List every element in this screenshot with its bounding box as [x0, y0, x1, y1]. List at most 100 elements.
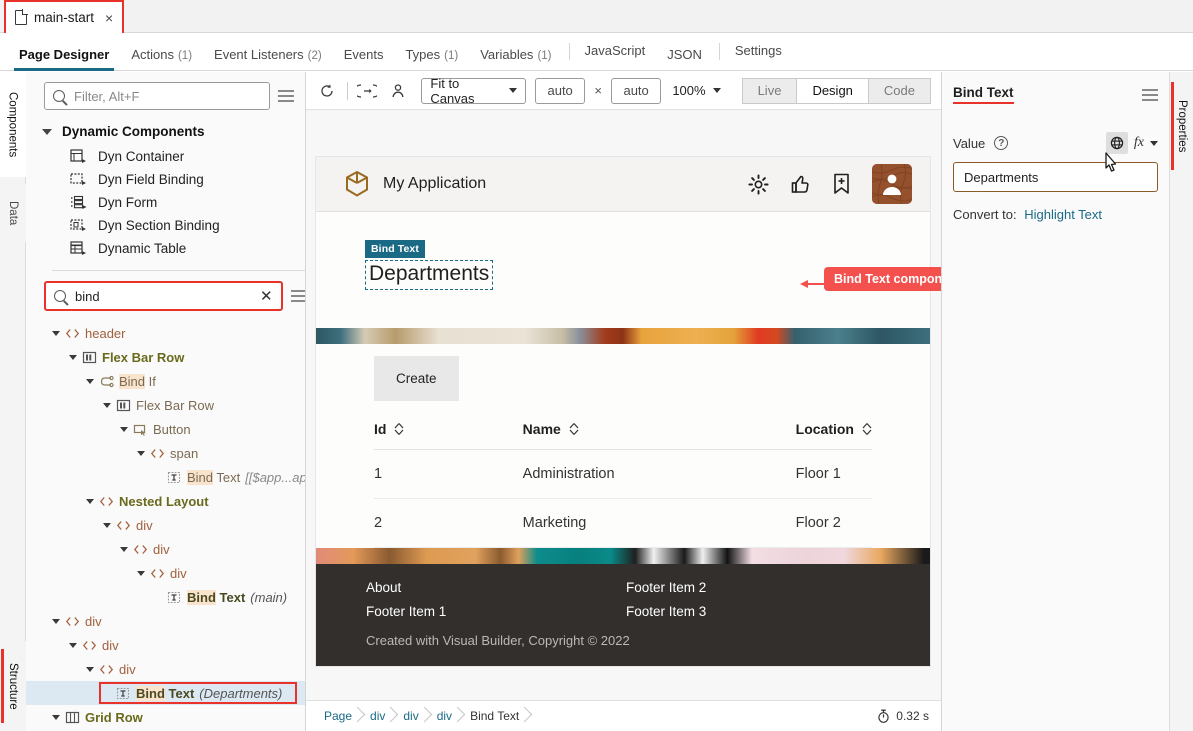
chevron-down-icon[interactable] — [1150, 140, 1158, 146]
palette-menu-icon[interactable] — [278, 87, 294, 105]
breadcrumb-item-bind-text[interactable]: Bind Text — [466, 706, 533, 726]
refresh-icon[interactable] — [316, 79, 338, 103]
rail-tab-data[interactable]: Data — [0, 184, 26, 242]
footer-link-item-2[interactable]: Footer Item 2 — [626, 580, 706, 595]
tree-node[interactable]: div — [26, 513, 305, 537]
tab-variables[interactable]: Variables (1) — [469, 47, 562, 70]
thumbs-up-icon[interactable] — [790, 174, 811, 195]
close-icon[interactable]: × — [105, 11, 113, 25]
chevron-down-icon[interactable] — [52, 618, 60, 624]
palette-item-dynamic-table[interactable]: Dynamic Table — [26, 237, 305, 260]
sort-icon[interactable] — [569, 422, 579, 436]
breadcrumb-item-div-2[interactable]: div — [399, 706, 432, 726]
tree-node[interactable]: div — [26, 537, 305, 561]
tree-node[interactable]: div — [26, 657, 305, 681]
canvas-height-input[interactable]: auto — [610, 77, 662, 104]
sort-icon[interactable] — [394, 422, 404, 436]
tree-node[interactable]: Flex Bar Row — [26, 345, 305, 369]
tab-events[interactable]: Events — [333, 47, 395, 70]
table-row[interactable]: 2 Marketing Floor 2 — [374, 498, 872, 548]
value-input[interactable] — [962, 168, 1149, 186]
palette-filter-input[interactable] — [72, 87, 261, 105]
tree-node[interactable]: Nested Layout — [26, 489, 305, 513]
chevron-down-icon[interactable] — [52, 330, 60, 336]
column-header-location[interactable]: Location — [795, 413, 872, 450]
breadcrumb-item-div-1[interactable]: div — [366, 706, 399, 726]
help-icon[interactable]: ? — [994, 136, 1009, 150]
sort-icon[interactable] — [862, 422, 872, 436]
tab-page-designer[interactable]: Page Designer — [8, 47, 120, 71]
size-mode-select[interactable]: Fit to Canvas — [421, 76, 526, 106]
user-icon[interactable] — [387, 79, 409, 103]
table-row[interactable]: 1 Administration Floor 1 — [374, 449, 872, 499]
tree-node[interactable]: span — [26, 441, 305, 465]
view-mode-code[interactable]: Code — [868, 77, 931, 104]
chevron-down-icon[interactable] — [103, 522, 111, 528]
palette-item-dyn-section-binding[interactable]: Dyn Section Binding — [26, 214, 305, 237]
tree-node[interactable]: Bind Text (main) — [26, 585, 305, 609]
column-header-id[interactable]: Id — [374, 413, 523, 450]
tab-types[interactable]: Types (1) — [394, 47, 469, 70]
value-input-wrapper[interactable] — [953, 162, 1158, 192]
view-mode-design[interactable]: Design — [797, 77, 869, 104]
chevron-down-icon[interactable] — [52, 714, 60, 720]
rail-tab-properties[interactable]: Properties — [1170, 78, 1193, 174]
document-tab-main-start[interactable]: main-start × — [4, 0, 125, 33]
palette-filter-box[interactable] — [44, 82, 270, 110]
properties-menu-icon[interactable] — [1142, 86, 1158, 104]
palette-section-dynamic-components[interactable]: Dynamic Components — [26, 118, 305, 145]
avatar[interactable] — [872, 164, 912, 204]
expression-editor-icon[interactable]: fx — [1134, 135, 1144, 151]
gear-icon[interactable] — [748, 173, 769, 195]
column-header-name[interactable]: Name — [522, 413, 796, 450]
convert-to-highlight-text-link[interactable]: Highlight Text — [1024, 207, 1102, 222]
rail-tab-structure[interactable]: Structure — [0, 641, 26, 731]
chevron-down-icon[interactable] — [137, 450, 145, 456]
tab-javascript[interactable]: JavaScript — [568, 43, 657, 60]
tree-node[interactable]: Bind If — [26, 369, 305, 393]
tab-event-listeners[interactable]: Event Listeners (2) — [203, 47, 333, 70]
zoom-level-select[interactable]: 100% — [672, 83, 721, 98]
structure-filter-input[interactable] — [73, 287, 253, 305]
tree-node[interactable]: Bind Text[[$app...app_titl — [26, 465, 305, 489]
breadcrumb-item-page[interactable]: Page — [320, 706, 366, 726]
clear-icon[interactable]: ✕ — [260, 289, 273, 304]
palette-item-dyn-field-binding[interactable]: Dyn Field Binding — [26, 168, 305, 191]
tree-node[interactable]: Grid Row — [26, 705, 305, 729]
tab-settings[interactable]: Settings — [718, 43, 793, 60]
structure-filter-box[interactable]: ✕ — [44, 281, 283, 311]
tree-node[interactable]: header — [26, 321, 305, 345]
tree-node[interactable]: Button — [26, 417, 305, 441]
breadcrumb-item-div-3[interactable]: div — [433, 706, 466, 726]
tree-node[interactable]: Bind Text (Departments) — [26, 681, 305, 705]
tree-node[interactable]: div — [26, 561, 305, 585]
structure-menu-icon[interactable] — [290, 287, 305, 305]
footer-link-about[interactable]: About — [366, 580, 626, 595]
chevron-down-icon[interactable] — [120, 546, 128, 552]
rail-tab-components[interactable]: Components — [0, 72, 26, 177]
tab-json[interactable]: JSON — [656, 47, 713, 70]
chevron-down-icon[interactable] — [69, 354, 77, 360]
palette-item-dyn-form[interactable]: Dyn Form — [26, 191, 305, 214]
globe-icon[interactable] — [1105, 132, 1128, 154]
chevron-down-icon[interactable] — [137, 570, 145, 576]
chevron-down-icon[interactable] — [69, 642, 77, 648]
tree-node[interactable]: Flex Bar Row — [26, 393, 305, 417]
chevron-down-icon[interactable] — [86, 378, 94, 384]
chevron-down-icon[interactable] — [120, 426, 128, 432]
footer-link-item-3[interactable]: Footer Item 3 — [626, 604, 706, 619]
chevron-down-icon[interactable] — [86, 666, 94, 672]
selected-component-outline[interactable]: Departments — [365, 260, 494, 291]
bookmark-add-icon[interactable] — [832, 173, 851, 195]
create-button[interactable]: Create — [374, 356, 459, 401]
navigate-icon[interactable] — [356, 79, 378, 103]
canvas-width-input[interactable]: auto — [534, 77, 586, 104]
tab-actions[interactable]: Actions (1) — [120, 47, 203, 70]
footer-link-item-1[interactable]: Footer Item 1 — [366, 604, 626, 619]
palette-item-dyn-container[interactable]: Dyn Container — [26, 145, 305, 168]
tree-node[interactable]: div — [26, 633, 305, 657]
chevron-down-icon[interactable] — [86, 498, 94, 504]
chevron-down-icon[interactable] — [103, 402, 111, 408]
tree-node[interactable]: div — [26, 609, 305, 633]
view-mode-live[interactable]: Live — [741, 77, 798, 104]
